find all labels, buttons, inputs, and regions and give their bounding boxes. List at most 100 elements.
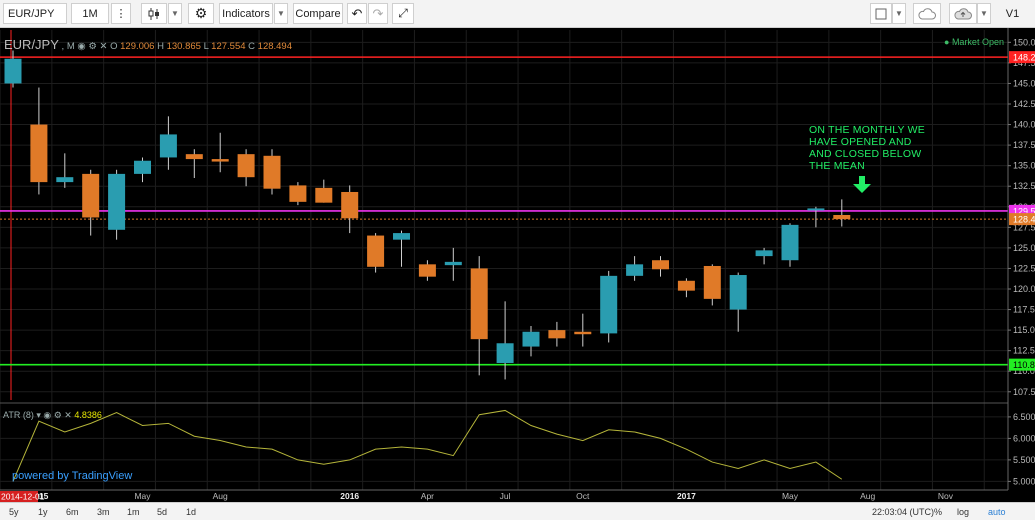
candle-body	[548, 330, 566, 339]
candle-body	[211, 159, 229, 162]
candle-body	[781, 224, 799, 261]
candle-body	[315, 187, 333, 203]
legend-close-icon[interactable]: ✕	[97, 41, 110, 52]
candle-body	[807, 208, 825, 211]
y-tick-label: 117.5	[1013, 305, 1035, 315]
percent-scale-button[interactable]: %	[934, 507, 942, 517]
annotation-line-3: AND CLOSED BELOW	[809, 148, 922, 160]
range-1y-button[interactable]: 1y	[38, 507, 48, 517]
x-tick-label: May	[782, 491, 799, 501]
legend-interval: M	[66, 41, 75, 52]
style-dropdown-icon[interactable]: ▼	[168, 3, 182, 24]
level-price-label: 110.80	[1013, 360, 1035, 370]
x-tick-label: Apr	[421, 491, 434, 501]
range-1m-button[interactable]: 1m	[127, 507, 140, 517]
market-status-text: Market Open	[951, 37, 1004, 47]
legend-symbol: EUR/JPY	[4, 37, 59, 52]
top-toolbar: EUR/JPY 1M ⋮ ▼ ⚙ Indicators ▼ Compare ↶ …	[0, 0, 1035, 28]
candles-style-icon[interactable]	[141, 3, 167, 24]
start-date-label: 2014-12-01	[1, 492, 45, 502]
range-3m-button[interactable]: 3m	[97, 507, 110, 517]
candle-body	[263, 155, 281, 189]
candle-body	[56, 177, 74, 183]
y-tick-label: 107.5	[1013, 387, 1035, 397]
y-tick-label: 112.5	[1013, 346, 1035, 356]
atr-controls-icon[interactable]: ▾ ◉ ⚙ ✕	[34, 410, 74, 420]
y-tick-label: 125.0	[1013, 243, 1035, 253]
x-tick-label: 2017	[677, 491, 696, 501]
candle-body	[600, 275, 618, 334]
version-label[interactable]: V1	[994, 3, 1031, 24]
y-tick-label: 115.0	[1013, 325, 1035, 335]
candle-body	[367, 235, 385, 267]
legend-o: O	[110, 41, 121, 52]
range-1d-button[interactable]: 1d	[186, 507, 196, 517]
y-tick-label: 142.5	[1013, 99, 1035, 109]
candle-body	[522, 331, 540, 347]
legend-c: C	[248, 41, 258, 52]
candle-body	[574, 331, 592, 335]
cloud-load-icon[interactable]	[913, 3, 941, 24]
atr-last-value: 4.8386	[74, 410, 102, 420]
level-price-label: 148.29	[1013, 53, 1035, 63]
candle-body	[418, 264, 436, 277]
y-tick-label: 137.5	[1013, 140, 1035, 150]
legend-eye-icon[interactable]: ◉	[77, 41, 85, 52]
log-scale-button[interactable]: log	[957, 507, 969, 517]
candle-body	[833, 215, 851, 220]
x-tick-label: Jul	[500, 491, 511, 501]
indicators-dropdown-icon[interactable]: ▼	[274, 3, 288, 24]
candle-body	[82, 173, 100, 218]
price-chart[interactable]: 107.5110.0112.5115.0117.5120.0122.5125.0…	[0, 28, 1035, 502]
cloud-save-icon[interactable]	[949, 3, 977, 24]
compare-button[interactable]: Compare	[293, 3, 343, 24]
x-tick-label: Aug	[860, 491, 875, 501]
fullscreen-icon[interactable]: ⤢	[392, 3, 414, 24]
clock-time: 22:03:04 (UTC)	[872, 507, 935, 517]
redo-icon[interactable]: ↷	[368, 3, 388, 24]
atr-tick-label: 5.0000	[1013, 476, 1035, 486]
candle-body	[289, 185, 307, 202]
y-tick-label: 150.0	[1013, 37, 1035, 47]
x-tick-label: Nov	[938, 491, 954, 501]
market-status: ● Market Open	[944, 37, 1004, 47]
candle-body	[4, 58, 22, 84]
bottom-bar: 5y 1y 6m 3m 1m 5d 1d 22:03:04 (UTC) % lo…	[0, 502, 1035, 520]
y-tick-label: 122.5	[1013, 263, 1035, 273]
interval-dropdown-icon[interactable]: ⋮	[111, 3, 131, 24]
legend-settings-icon[interactable]: ⚙	[86, 41, 97, 52]
level-price-label: 128.49	[1013, 215, 1035, 225]
candle-body	[496, 343, 514, 363]
candle-body	[134, 160, 151, 174]
auto-scale-button[interactable]: auto	[988, 507, 1006, 517]
chart-legend: EUR/JPY , M ◉ ⚙ ✕ O 129.006 H 130.865 L …	[4, 37, 292, 52]
range-5y-button[interactable]: 5y	[9, 507, 19, 517]
legend-close-value: 128.494	[257, 41, 292, 52]
legend-high-value: 130.865	[166, 41, 201, 52]
x-tick-label: 2016	[340, 491, 359, 501]
x-tick-label: May	[134, 491, 151, 501]
candle-body	[703, 265, 721, 299]
layout-dropdown-icon[interactable]: ▼	[892, 3, 906, 24]
atr-name: ATR (8)	[3, 410, 34, 420]
plot-background	[0, 28, 1008, 490]
range-5d-button[interactable]: 5d	[157, 507, 167, 517]
annotation-line-1: ON THE MONTHLY WE	[809, 124, 925, 136]
undo-icon[interactable]: ↶	[347, 3, 367, 24]
candle-body	[626, 264, 644, 276]
range-6m-button[interactable]: 6m	[66, 507, 79, 517]
annotation-text[interactable]: ON THE MONTHLY WE HAVE OPENED AND AND CL…	[809, 124, 959, 172]
indicators-button[interactable]: Indicators	[219, 3, 273, 24]
layout-square-icon[interactable]	[870, 3, 892, 24]
interval-select[interactable]: 1M	[71, 3, 109, 24]
annotation-line-2: HAVE OPENED AND	[809, 136, 912, 148]
symbol-search-input[interactable]: EUR/JPY	[3, 3, 67, 24]
candle-body	[755, 250, 773, 257]
save-dropdown-icon[interactable]: ▼	[977, 3, 991, 24]
settings-gear-icon[interactable]: ⚙	[188, 3, 214, 24]
candle-body	[341, 191, 359, 219]
candle-body	[185, 154, 203, 160]
x-tick-label: Oct	[576, 491, 590, 501]
candle-body	[677, 280, 695, 291]
y-tick-label: 120.0	[1013, 284, 1035, 294]
